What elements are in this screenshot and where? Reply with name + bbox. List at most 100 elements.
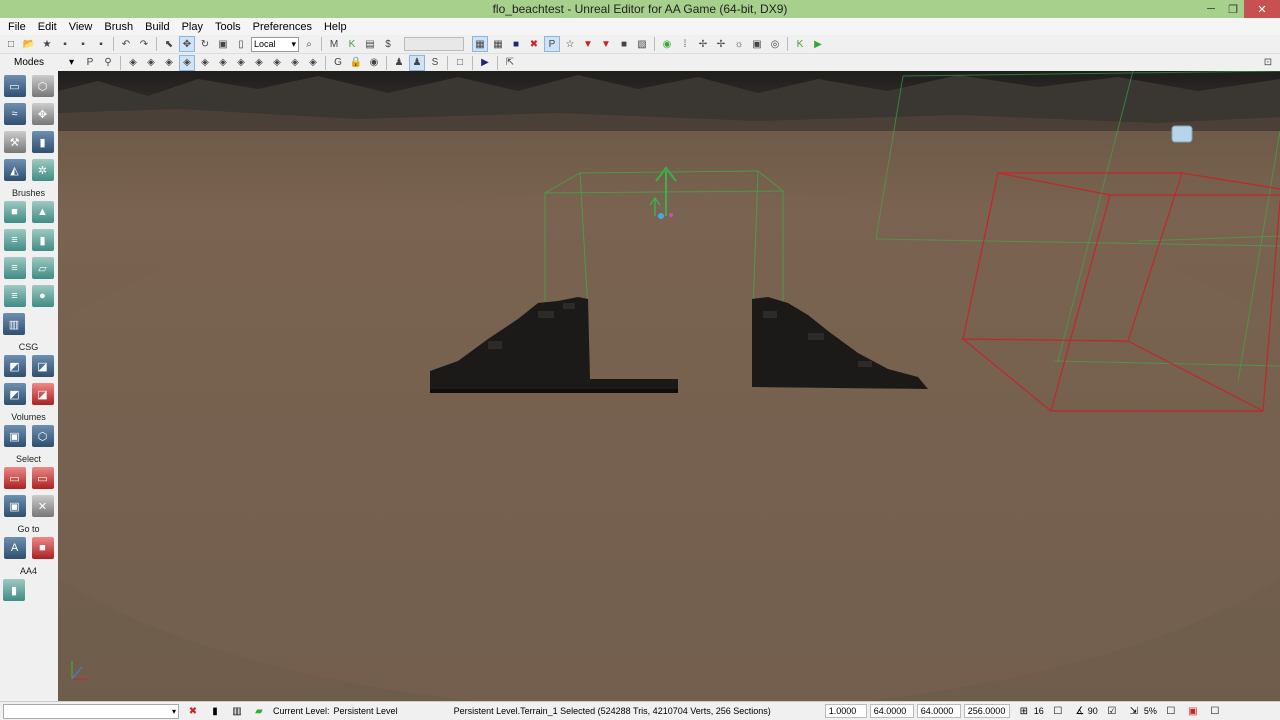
csg-intersect-icon[interactable]: ◩ xyxy=(3,383,26,405)
geometry-mode-icon[interactable]: ⬡ xyxy=(31,75,54,97)
grid-size-value[interactable]: 16 xyxy=(1034,706,1044,716)
no-collision-icon[interactable]: ✖ xyxy=(526,36,542,52)
restore-button[interactable]: ❐ xyxy=(1222,0,1244,18)
sphere-brush-icon[interactable]: ● xyxy=(31,285,54,307)
reflection-icon[interactable]: ◈ xyxy=(305,55,321,71)
lock-icon[interactable]: 🔒 xyxy=(348,55,364,71)
scale-nonuniform-icon[interactable]: ▯ xyxy=(233,36,249,52)
find-icon[interactable]: ⌕ xyxy=(301,36,317,52)
play-viewport-icon[interactable]: ▶ xyxy=(477,55,493,71)
build-all-icon[interactable]: ✢ xyxy=(695,36,711,52)
menu-edit[interactable]: Edit xyxy=(32,21,63,33)
star-icon[interactable]: ☆ xyxy=(562,36,578,52)
build-lighting-icon[interactable]: ▧ xyxy=(634,36,650,52)
cover-icon[interactable]: ⁞ xyxy=(677,36,693,52)
rotation-snap-value[interactable]: 90 xyxy=(1088,706,1098,716)
redo-icon[interactable]: ↷ xyxy=(136,36,152,52)
streaming-icon[interactable]: S xyxy=(427,55,443,71)
undo-icon[interactable]: ↶ xyxy=(118,36,134,52)
stairs-brush-icon[interactable]: ≡ xyxy=(3,229,26,251)
close-button[interactable]: ✕ xyxy=(1244,0,1280,18)
drag-icon[interactable]: ▮ xyxy=(207,704,223,718)
lit-icon[interactable]: ◈ xyxy=(179,54,195,71)
new-file-icon[interactable]: □ xyxy=(3,36,19,52)
maximize-viewport-icon[interactable]: ⊡ xyxy=(1260,55,1276,71)
time-slider[interactable] xyxy=(404,37,464,51)
add-volume-icon[interactable]: ▣ xyxy=(3,425,26,447)
goto-builder-brush-icon[interactable]: ■ xyxy=(31,537,54,559)
goto-actor-icon[interactable]: A xyxy=(3,537,26,559)
actor-lock-icon[interactable]: ✖ xyxy=(185,704,201,718)
command-dropdown[interactable]: ▾ xyxy=(3,703,179,719)
cinematic-icon[interactable]: ♟ xyxy=(409,54,425,71)
distance-field[interactable]: 256.0000 xyxy=(963,704,1010,718)
camera-speed-icon[interactable]: ♟ xyxy=(391,55,407,71)
rotate-tool-icon[interactable]: ↻ xyxy=(197,36,213,52)
cone-brush-icon[interactable]: ▲ xyxy=(31,201,54,223)
drop-all-icon[interactable]: ▼ xyxy=(598,36,614,52)
cylinder-brush-icon[interactable]: ▮ xyxy=(31,229,54,251)
mesh-paint-icon[interactable]: ▮ xyxy=(31,131,54,153)
hide-selected-icon[interactable]: ▭ xyxy=(31,467,54,489)
save-all-icon[interactable]: ▪ xyxy=(75,36,91,52)
autosave-icon[interactable]: ▣ xyxy=(1185,704,1201,718)
menu-play[interactable]: Play xyxy=(176,21,209,33)
level-icon[interactable]: ▰ xyxy=(251,704,267,718)
volume-icon[interactable]: ■ xyxy=(508,36,524,52)
drop-icon[interactable]: ▼ xyxy=(580,36,596,52)
matinee-icon[interactable]: M xyxy=(326,36,342,52)
select-inverse-icon[interactable]: ▣ xyxy=(3,495,26,517)
view-mode-icon[interactable]: ▦ xyxy=(472,36,488,52)
world-icon[interactable]: ◎ xyxy=(767,36,783,52)
open-folder-icon[interactable]: 📂 xyxy=(21,36,37,52)
scale-snap-value[interactable]: 5% xyxy=(1144,706,1157,716)
minimize-button[interactable]: ─ xyxy=(1200,0,1222,18)
wireframe-icon[interactable]: ◈ xyxy=(143,55,159,71)
select-tool-icon[interactable]: ⬉ xyxy=(161,36,177,52)
build-options-icon[interactable]: ✢ xyxy=(713,36,729,52)
rotation-snap-icon[interactable]: ∡ xyxy=(1072,704,1088,718)
shader-complexity-icon[interactable]: ◈ xyxy=(269,55,285,71)
foliage-icon[interactable]: ✲ xyxy=(31,159,54,181)
perspective-icon[interactable]: P xyxy=(82,55,98,71)
menu-tools[interactable]: Tools xyxy=(209,21,247,33)
show-all-icon[interactable]: ✕ xyxy=(31,495,54,517)
csg-deintersect-icon[interactable]: ◪ xyxy=(31,383,54,405)
path-icon[interactable]: P xyxy=(544,36,560,52)
preferences-icon[interactable]: ☐ xyxy=(1207,704,1223,718)
perspective-viewport[interactable] xyxy=(58,71,1280,701)
translate-tool-icon[interactable]: ✥ xyxy=(179,36,195,52)
scale-tool-icon[interactable]: ▣ xyxy=(215,36,231,52)
scale-grid-field[interactable]: 64.0000 xyxy=(916,704,961,718)
kismet-start-icon[interactable]: K xyxy=(792,36,808,52)
brush-wireframe-icon[interactable]: ◈ xyxy=(125,55,141,71)
coin-icon[interactable]: $ xyxy=(380,36,396,52)
build-paths-icon[interactable]: ◉ xyxy=(659,36,675,52)
favorite-icon[interactable]: ★ xyxy=(39,36,55,52)
csg-subtract-icon[interactable]: ◪ xyxy=(31,355,54,377)
volume-list-icon[interactable]: ⬡ xyxy=(31,425,54,447)
eye-icon[interactable]: ◉ xyxy=(366,55,382,71)
unlit-icon[interactable]: ◈ xyxy=(161,55,177,71)
static-mesh-icon[interactable]: ◭ xyxy=(3,159,26,181)
light-complexity-icon[interactable]: ◈ xyxy=(233,55,249,71)
realtime-icon[interactable]: ⚲ xyxy=(100,55,116,71)
lighting-icon[interactable]: ☼ xyxy=(731,36,747,52)
drag-grid-field[interactable]: 1.0000 xyxy=(824,704,867,718)
menu-brush[interactable]: Brush xyxy=(98,21,139,33)
camera-mode-icon[interactable]: ▭ xyxy=(3,75,26,97)
cube-brush-icon[interactable]: ■ xyxy=(3,201,26,223)
kismet-icon[interactable]: K xyxy=(344,36,360,52)
lighting-only-icon[interactable]: ◈ xyxy=(215,55,231,71)
sheet-brush-icon[interactable]: ▱ xyxy=(31,257,54,279)
texture-density-icon[interactable]: ◈ xyxy=(251,55,267,71)
linear-stairs-icon[interactable]: ≡ xyxy=(3,257,26,279)
texture-align-icon[interactable]: ✥ xyxy=(31,103,54,125)
aa4-tool-icon[interactable]: ▮ xyxy=(3,579,25,601)
coordinate-system-select[interactable]: Local ▾ xyxy=(251,36,299,52)
menu-file[interactable]: File xyxy=(2,21,32,33)
show-selected-icon[interactable]: ▭ xyxy=(3,467,26,489)
save-icon[interactable]: ▪ xyxy=(57,36,73,52)
detail-lighting-icon[interactable]: ◈ xyxy=(197,55,213,71)
skylight-icon[interactable] xyxy=(1171,125,1193,143)
